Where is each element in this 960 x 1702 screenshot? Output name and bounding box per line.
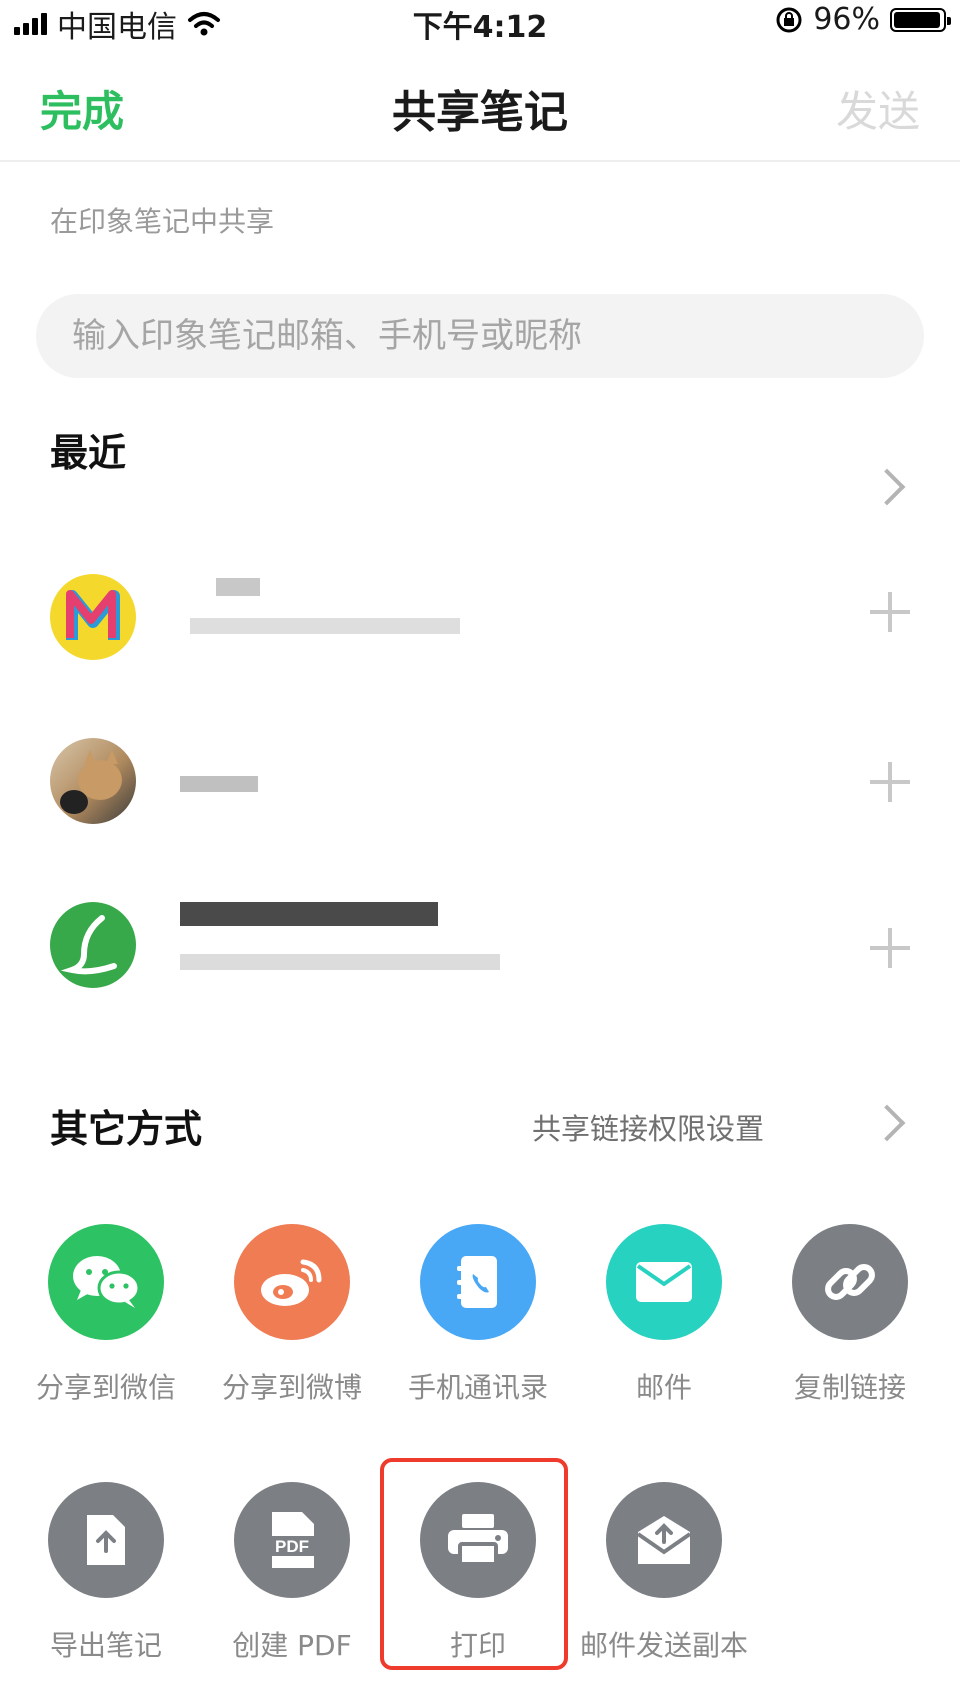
option-label: 分享到微信 [35, 1371, 176, 1404]
recipient-search-input[interactable] [36, 294, 924, 378]
link-settings-chevron-icon[interactable] [868, 1104, 906, 1142]
pdf-icon: PDF [234, 1482, 350, 1598]
mail-copy-icon [606, 1482, 722, 1598]
option-label: 复制链接 [793, 1371, 906, 1404]
recent-header: 最近 [50, 431, 127, 475]
recent-contact-2[interactable] [0, 724, 960, 844]
wechat-icon [48, 1224, 164, 1340]
option-label: 导出笔记 [49, 1629, 162, 1662]
battery-icon [890, 7, 951, 32]
share-weibo-button[interactable]: 分享到微博 [199, 1224, 385, 1406]
recent-contact-1[interactable] [0, 560, 960, 680]
export-note-button[interactable]: 导出笔记 [13, 1482, 199, 1664]
status-bar: 中国电信 下午4:12 96% [0, 0, 960, 45]
other-methods-header: 其它方式 [50, 1107, 203, 1151]
battery-percent: 96% [813, 2, 880, 37]
nav-bar: 完成 共享笔记 发送 [0, 60, 960, 162]
option-label: 手机通讯录 [407, 1371, 548, 1404]
print-highlight-box [380, 1458, 568, 1670]
option-label: 邮件发送副本 [579, 1629, 748, 1662]
contacts-book-icon [420, 1224, 536, 1340]
link-permission-settings[interactable]: 共享链接权限设置 [532, 1106, 764, 1148]
copy-link-button[interactable]: 复制链接 [757, 1224, 943, 1406]
rotation-lock-icon [776, 7, 802, 32]
phone-contacts-button[interactable]: 手机通讯录 [385, 1224, 571, 1406]
recent-contact-3[interactable] [0, 888, 960, 1008]
share-wechat-button[interactable]: 分享到微信 [13, 1224, 199, 1406]
option-label: 邮件 [635, 1371, 692, 1404]
export-note-icon [48, 1482, 164, 1598]
option-label: 创建 PDF [232, 1629, 352, 1662]
page-title: 共享笔记 [392, 87, 568, 138]
option-label: 分享到微博 [221, 1371, 362, 1404]
cat-photo-avatar [50, 738, 136, 824]
add-contact-2-icon[interactable] [870, 762, 910, 802]
add-contact-1-icon[interactable] [870, 592, 910, 632]
mail-icon [606, 1224, 722, 1340]
create-pdf-button[interactable]: PDF 创建 PDF [199, 1482, 385, 1664]
mail-copy-button[interactable]: 邮件发送副本 [571, 1482, 757, 1664]
link-icon [792, 1224, 908, 1340]
letter-m-avatar [50, 574, 136, 660]
letter-l-avatar [50, 902, 136, 988]
send-button[interactable]: 发送 [836, 78, 920, 139]
add-contact-3-icon[interactable] [870, 928, 910, 968]
recent-chevron-icon[interactable] [868, 468, 906, 506]
share-mail-button[interactable]: 邮件 [571, 1224, 757, 1406]
share-in-app-label: 在印象笔记中共享 [50, 205, 275, 238]
pdf-badge-text: PDF [275, 1537, 309, 1556]
weibo-icon [234, 1224, 350, 1340]
